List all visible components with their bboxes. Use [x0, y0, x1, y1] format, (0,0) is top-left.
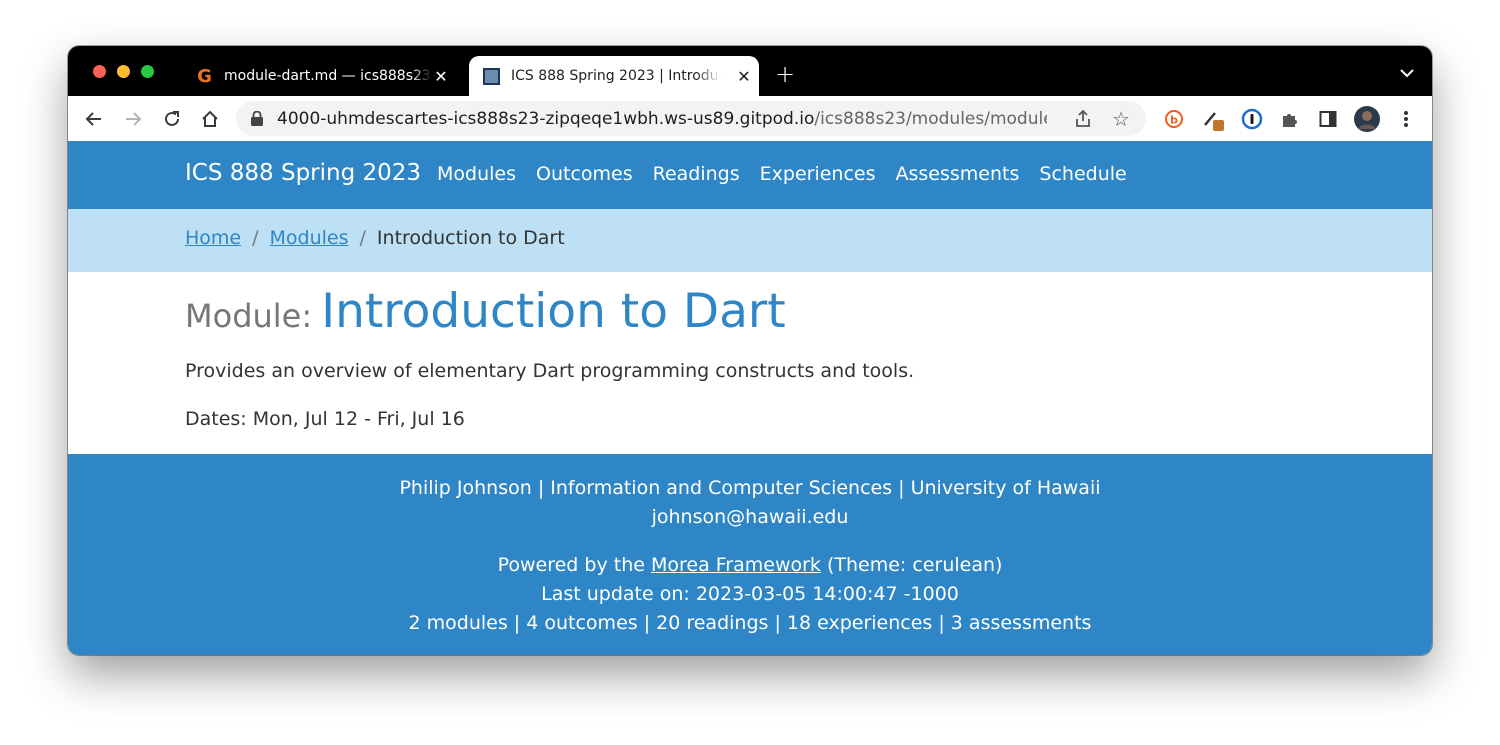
morea-framework-link[interactable]: Morea Framework: [651, 554, 821, 576]
address-bar[interactable]: 4000-uhmdescartes-ics888s23-zipqeqe1wbh.…: [236, 101, 1146, 136]
footer-last-update: Last update on: 2023-03-05 14:00:47 -100…: [541, 583, 959, 605]
tab-title: module-dart.md — ics888s23: [224, 68, 431, 84]
main-content: Module: Introduction to Dart Provides an…: [68, 272, 1432, 454]
nav-link-outcomes[interactable]: Outcomes: [536, 163, 633, 185]
module-description: Provides an overview of elementary Dart …: [185, 360, 915, 382]
browser-window: G module-dart.md — ics888s23 ✕ ICS 888 S…: [68, 46, 1432, 655]
zoom-window-button[interactable]: [141, 65, 154, 78]
chevron-down-icon[interactable]: [1398, 66, 1416, 80]
tab-close-icon[interactable]: ✕: [735, 67, 753, 86]
site-navbar: ICS 888 Spring 2023 Modules Outcomes Rea…: [68, 141, 1432, 209]
nav-link-readings[interactable]: Readings: [653, 163, 740, 185]
footer-stats: 2 modules | 4 outcomes | 20 readings | 1…: [408, 612, 1092, 634]
browser-toolbar: 4000-uhmdescartes-ics888s23-zipqeqe1wbh.…: [68, 96, 1432, 141]
extension-orange-icon[interactable]: b: [1161, 106, 1187, 132]
password-manager-icon[interactable]: [1239, 106, 1265, 132]
more-menu-icon[interactable]: [1393, 106, 1419, 132]
url-text[interactable]: 4000-uhmdescartes-ics888s23-zipqeqe1wbh.…: [277, 109, 1047, 129]
nav-link-experiences[interactable]: Experiences: [760, 163, 876, 185]
nav-link-modules[interactable]: Modules: [437, 163, 516, 185]
nav-links: Modules Outcomes Readings Experiences As…: [437, 163, 1127, 185]
svg-text:b: b: [1170, 114, 1178, 127]
minimize-window-button[interactable]: [117, 65, 130, 78]
side-panel-icon[interactable]: [1315, 106, 1341, 132]
tab-strip: G module-dart.md — ics888s23 ✕ ICS 888 S…: [68, 46, 1432, 96]
lock-icon[interactable]: [250, 111, 264, 126]
tab-title: ICS 888 Spring 2023 | Introduction to Da…: [511, 68, 721, 84]
new-tab-icon[interactable]: +: [773, 62, 797, 87]
breadcrumb-current: Introduction to Dart: [376, 227, 565, 249]
breadcrumb: Home / Modules / Introduction to Dart: [68, 209, 1432, 272]
tab-close-icon[interactable]: ✕: [432, 67, 450, 86]
avatar[interactable]: [1354, 106, 1380, 132]
page-title: Module: Introduction to Dart: [185, 284, 786, 339]
eyedropper-extension-icon[interactable]: [1200, 106, 1226, 132]
gitpod-icon: G: [197, 65, 212, 87]
forward-icon[interactable]: [120, 106, 146, 132]
breadcrumb-home-link[interactable]: Home: [185, 227, 241, 249]
back-icon[interactable]: [81, 106, 107, 132]
close-window-button[interactable]: [93, 65, 106, 78]
site-brand[interactable]: ICS 888 Spring 2023: [185, 160, 421, 186]
breadcrumb-modules-link[interactable]: Modules: [270, 227, 349, 249]
home-icon[interactable]: [197, 106, 223, 132]
site-footer: Philip Johnson | Information and Compute…: [68, 454, 1432, 655]
reload-icon[interactable]: [159, 106, 185, 132]
page-title-prefix: Module:: [185, 297, 313, 335]
nav-link-assessments[interactable]: Assessments: [896, 163, 1020, 185]
breadcrumb-separator: /: [252, 227, 259, 249]
module-dates: Dates: Mon, Jul 12 - Fri, Jul 16: [185, 408, 465, 430]
page-icon: [483, 67, 500, 85]
footer-credits: Philip Johnson | Information and Compute…: [399, 477, 1101, 499]
tab-ics888-page[interactable]: ICS 888 Spring 2023 | Introduction to Da…: [469, 56, 759, 96]
footer-powered-by: Powered by the Morea Framework (Theme: c…: [497, 554, 1003, 576]
tab-gitpod-editor[interactable]: G module-dart.md — ics888s23 ✕: [196, 56, 458, 96]
nav-link-schedule[interactable]: Schedule: [1039, 163, 1126, 185]
share-icon[interactable]: [1074, 109, 1092, 128]
bookmark-star-icon[interactable]: ☆: [1112, 107, 1130, 131]
page-title-name: Introduction to Dart: [321, 284, 786, 339]
extensions-puzzle-icon[interactable]: [1277, 106, 1303, 132]
breadcrumb-separator: /: [359, 227, 366, 249]
footer-email: johnson@hawaii.edu: [651, 506, 849, 528]
